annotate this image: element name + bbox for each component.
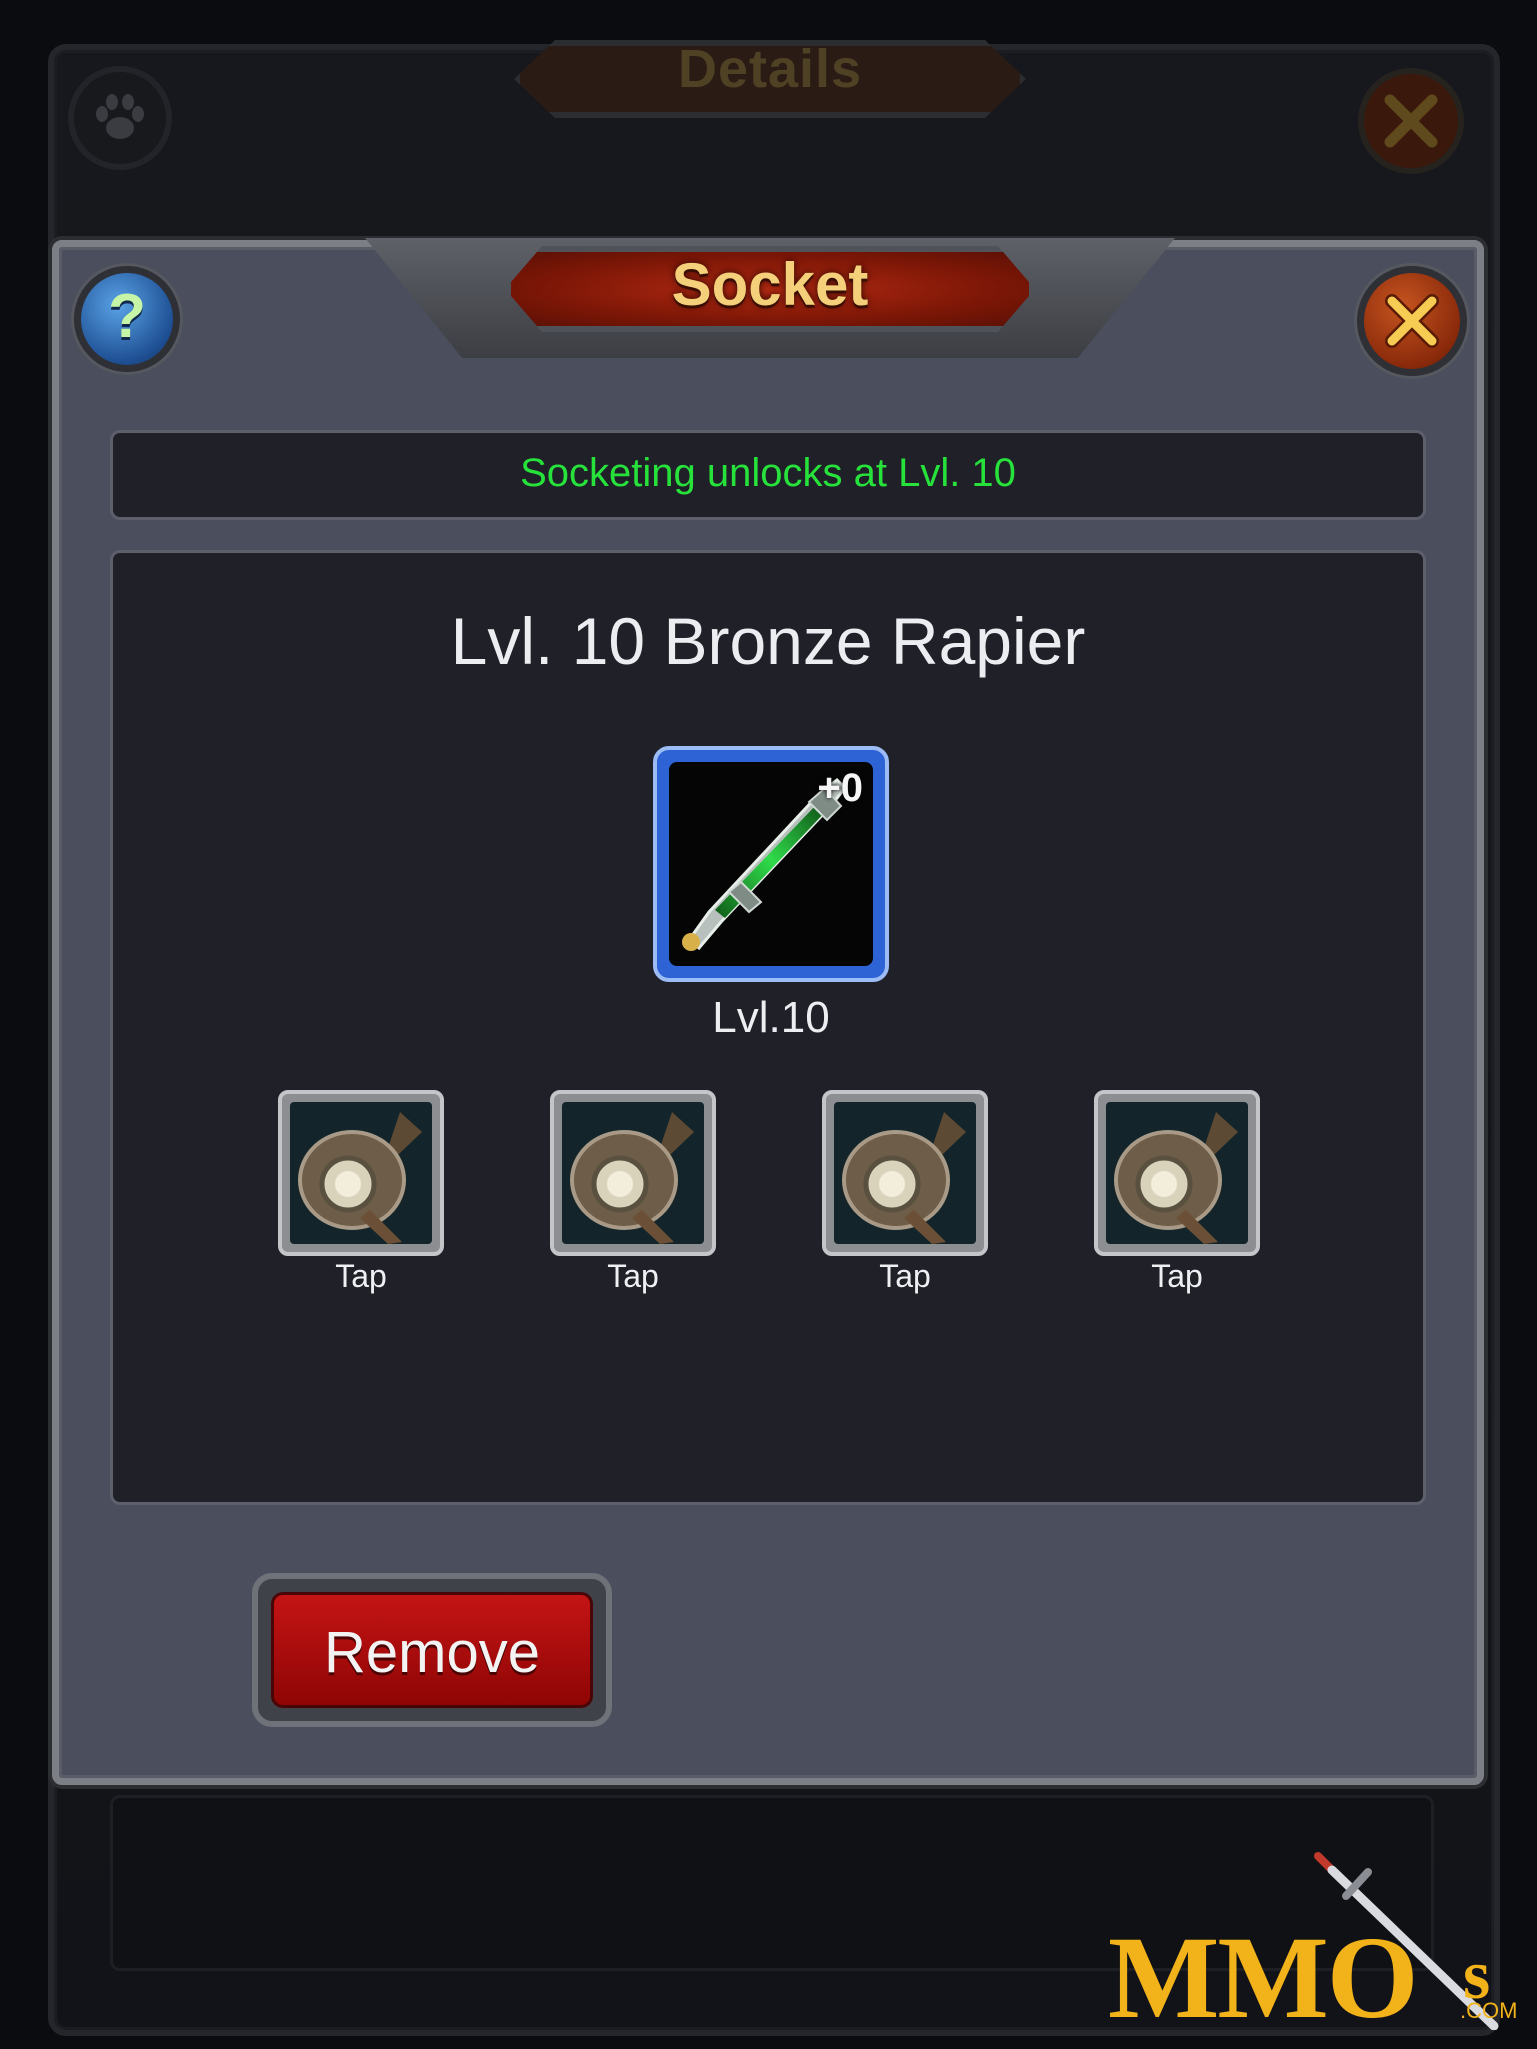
item-level: Lvl.10	[712, 993, 830, 1042]
socket-slot-3[interactable]: Tap	[822, 1090, 988, 1295]
remove-button[interactable]: Remove	[252, 1573, 612, 1727]
item-slot-inner: +0	[669, 762, 873, 966]
socket-label: Tap	[879, 1258, 931, 1294]
socket-frame	[278, 1090, 444, 1256]
item-slot[interactable]: +0	[653, 746, 889, 982]
socket-label: Tap	[607, 1258, 659, 1294]
background-title: Details	[677, 39, 863, 99]
socket-frame	[550, 1090, 716, 1256]
background-header: Details	[500, 10, 1040, 150]
socket-frame	[822, 1090, 988, 1256]
socket-slot-1[interactable]: Tap	[278, 1090, 444, 1295]
socket-slot-2[interactable]: Tap	[550, 1090, 716, 1295]
question-icon: ?	[108, 282, 146, 351]
socket-slot-4[interactable]: Tap	[1094, 1090, 1260, 1295]
watermark-brand: MMO	[1108, 1912, 1419, 2043]
dialog-title-bar: Socket	[365, 228, 1175, 378]
locked-socket-icon	[290, 1102, 432, 1244]
help-button[interactable]: ?	[74, 266, 180, 372]
close-button[interactable]	[1357, 266, 1467, 376]
locked-socket-icon	[1106, 1102, 1248, 1244]
paw-icon	[68, 66, 172, 170]
unlock-notice: Socketing unlocks at Lvl. 10	[110, 430, 1426, 520]
unlock-notice-text: Socketing unlocks at Lvl. 10	[520, 451, 1016, 495]
socket-label: Tap	[335, 1258, 387, 1294]
socket-label: Tap	[1151, 1258, 1203, 1294]
watermark-domain: .COM	[1460, 1998, 1518, 2023]
close-icon	[1385, 294, 1439, 348]
socket-frame	[1094, 1090, 1260, 1256]
background-close-icon	[1358, 68, 1464, 174]
enhancement-level: +0	[817, 766, 863, 810]
locked-socket-icon	[834, 1102, 976, 1244]
item-name: Lvl. 10 Bronze Rapier	[450, 604, 1086, 678]
mmos-watermark: MMO s .COM	[1108, 1850, 1528, 2043]
remove-button-face: Remove	[271, 1592, 593, 1708]
item-panel: Lvl. 10 Bronze Rapier +0 Lvl.10 Tap Tap …	[110, 550, 1426, 1505]
dialog-title: Socket	[671, 251, 869, 318]
remove-button-label: Remove	[324, 1620, 540, 1685]
locked-socket-icon	[562, 1102, 704, 1244]
